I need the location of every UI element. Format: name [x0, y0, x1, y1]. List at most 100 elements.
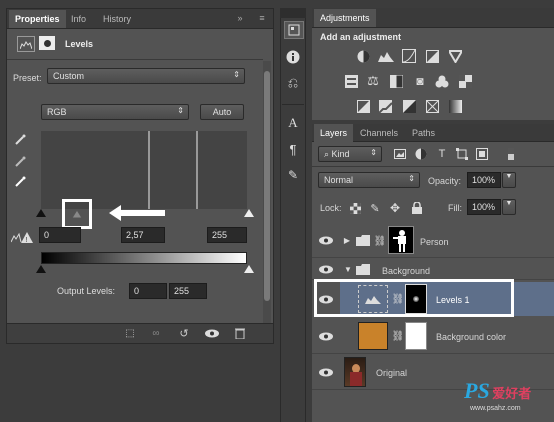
selective-color-icon[interactable] — [425, 99, 439, 113]
highlight-box — [62, 199, 92, 229]
filter-toggle-icon[interactable] — [505, 147, 517, 161]
white-input-slider[interactable] — [244, 209, 254, 217]
auto-button[interactable]: Auto — [200, 104, 244, 120]
watermark-url: www.psahz.com — [470, 405, 521, 412]
channel-mixer-icon[interactable] — [435, 74, 449, 88]
black-input-slider[interactable] — [36, 209, 46, 217]
reset-icon[interactable]: ↺ — [175, 326, 193, 340]
history-icon[interactable]: ⎌ — [284, 74, 302, 92]
fill-field[interactable]: 100% — [467, 199, 501, 215]
levels-adjustment-thumbnail-icon[interactable] — [358, 285, 388, 313]
link-icon[interactable]: ⛓ — [392, 292, 405, 306]
filter-shape-icon[interactable] — [455, 147, 469, 161]
layer-row-background-color[interactable] — [312, 318, 554, 354]
opacity-field[interactable]: 100% — [467, 172, 501, 188]
dropdown-arrow-icon: ⇕ — [370, 148, 377, 157]
white-input-field[interactable]: 255 — [207, 227, 247, 243]
visibility-eye-icon[interactable] — [318, 234, 334, 246]
tab-properties[interactable]: Properties — [9, 10, 66, 28]
gradient-map-icon[interactable] — [448, 99, 462, 113]
output-white-field[interactable]: 255 — [169, 283, 207, 299]
threshold-icon[interactable] — [402, 99, 416, 113]
vibrance-icon[interactable] — [448, 49, 462, 63]
photo-filter-icon[interactable]: ◙ — [412, 74, 428, 88]
visibility-eye-icon[interactable] — [318, 366, 334, 378]
blend-mode-value: Normal — [324, 175, 354, 185]
white-point-eyedropper-icon[interactable] — [13, 175, 27, 189]
black-white-icon[interactable] — [389, 74, 403, 88]
black-input-field[interactable]: 0 — [39, 227, 81, 243]
preset-dropdown[interactable]: Custom ⇕ — [47, 68, 245, 84]
blend-mode-dropdown[interactable]: Normal ⇕ — [318, 172, 420, 188]
filter-pixel-icon[interactable] — [393, 147, 407, 161]
header-divider — [7, 59, 263, 60]
paragraph-icon[interactable]: ¶ — [284, 140, 302, 158]
color-fill-thumbnail[interactable] — [358, 322, 388, 350]
midtone-input-slider — [72, 210, 82, 218]
exposure-icon[interactable] — [425, 49, 439, 63]
opacity-label: Opacity: — [428, 176, 462, 186]
link-icon[interactable]: ⛓ — [392, 329, 405, 343]
color-lookup-icon[interactable] — [458, 74, 472, 88]
layer-mask-thumbnail[interactable] — [388, 226, 414, 254]
levels-adjustment-icon[interactable] — [378, 49, 394, 63]
visibility-eye-icon[interactable] — [318, 330, 334, 342]
white-output-slider[interactable] — [244, 265, 254, 273]
tab-paths[interactable]: Paths — [406, 124, 441, 142]
visibility-eye-icon[interactable] — [318, 263, 334, 275]
invert-icon[interactable] — [356, 99, 370, 113]
posterize-icon[interactable] — [378, 99, 392, 113]
filter-adjustment-icon[interactable] — [414, 147, 428, 161]
brush-presets-icon[interactable]: ✎ — [284, 166, 302, 184]
layer-name: Background color — [436, 332, 507, 342]
layer-mask-thumbnail[interactable] — [405, 322, 427, 350]
scrollbar-thumb[interactable] — [264, 71, 270, 301]
channel-dropdown[interactable]: RGB ⇕ — [41, 104, 189, 120]
filter-type-icon[interactable]: T — [435, 147, 449, 161]
trash-icon[interactable] — [231, 326, 249, 340]
black-output-slider[interactable] — [36, 265, 46, 273]
black-point-eyedropper-icon[interactable] — [13, 133, 27, 147]
tab-layers[interactable]: Layers — [314, 124, 354, 142]
fill-slider-button[interactable]: ▼ — [502, 199, 516, 215]
gray-point-eyedropper-icon[interactable] — [13, 155, 27, 169]
visibility-icon[interactable] — [203, 326, 221, 340]
collapse-panel-icon[interactable]: » — [233, 11, 247, 25]
photo-thumbnail[interactable] — [344, 357, 366, 387]
watermark-chinese: 爱好者 — [492, 386, 532, 401]
tab-adjustments[interactable]: Adjustments — [314, 9, 376, 27]
layer-name: Original — [376, 368, 408, 378]
layer-mask-thumbnail[interactable] — [405, 284, 427, 314]
hue-saturation-icon[interactable] — [344, 74, 358, 88]
collapse-arrow-icon[interactable]: ▼ — [343, 264, 353, 274]
lock-transparent-icon[interactable] — [348, 201, 362, 215]
info-icon[interactable] — [284, 48, 302, 66]
opacity-slider-button[interactable]: ▼ — [502, 172, 516, 188]
visibility-eye-icon[interactable] — [318, 293, 334, 305]
brightness-contrast-icon[interactable] — [356, 49, 370, 63]
tab-history[interactable]: History — [97, 10, 137, 28]
expand-arrow-icon[interactable]: ▶ — [343, 235, 351, 245]
adjustments-panel-icon[interactable] — [284, 21, 304, 39]
layer-name: Background — [382, 266, 431, 276]
tab-info[interactable]: Info — [65, 10, 92, 28]
view-previous-state-icon[interactable]: ∞ — [147, 326, 165, 340]
curves-icon[interactable] — [402, 49, 416, 63]
output-black-field[interactable]: 0 — [129, 283, 167, 299]
character-icon[interactable]: A — [284, 114, 302, 132]
lock-image-icon[interactable]: ✎ — [368, 201, 382, 215]
lock-position-icon[interactable]: ✥ — [388, 201, 402, 215]
mask-icon[interactable] — [39, 36, 55, 50]
search-icon: ⌕ — [324, 149, 332, 159]
tools-strip-bar — [280, 8, 306, 18]
color-balance-icon[interactable]: ⚖ — [366, 73, 380, 88]
midtone-input-field[interactable]: 2,57 — [121, 227, 165, 243]
link-icon[interactable]: ⛓ — [374, 234, 387, 248]
clip-to-layer-icon[interactable]: ⬚ — [121, 326, 139, 340]
lock-all-icon[interactable] — [410, 201, 424, 215]
properties-scrollbar[interactable] — [263, 61, 271, 323]
filter-smart-object-icon[interactable] — [475, 147, 489, 161]
tab-channels[interactable]: Channels — [354, 124, 404, 142]
panel-menu-icon[interactable]: ≡ — [255, 11, 269, 25]
kind-filter-dropdown[interactable]: ⌕ Kind ⇕ — [318, 146, 382, 162]
